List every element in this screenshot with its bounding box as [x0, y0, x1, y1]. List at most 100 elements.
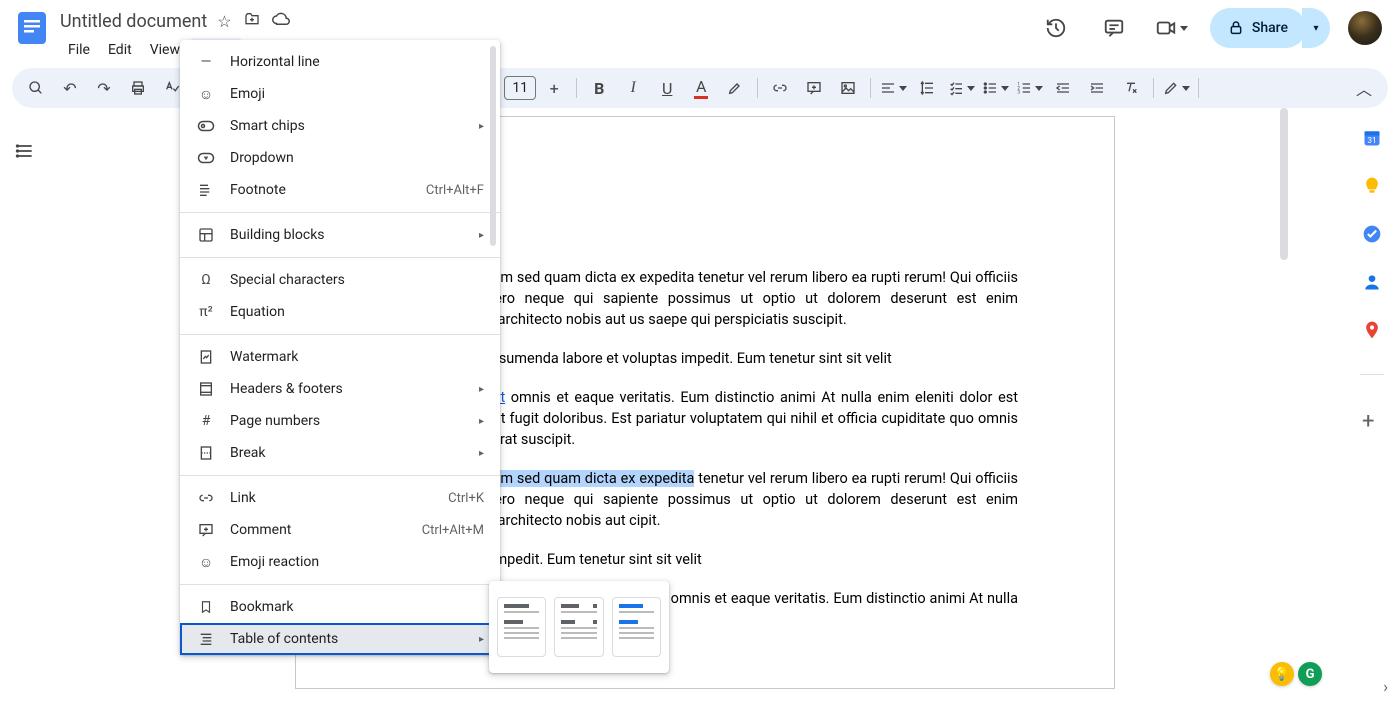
toc-option-links[interactable]	[612, 597, 661, 657]
emoji-icon: ☺	[196, 84, 216, 104]
insert-image-icon[interactable]	[832, 73, 864, 103]
outline-toggle-icon[interactable]	[9, 136, 41, 166]
share-button[interactable]: Share	[1210, 8, 1306, 48]
maps-icon[interactable]	[1362, 320, 1382, 340]
font-size-input[interactable]: 11	[504, 76, 536, 100]
insert-break[interactable]: Break▸	[180, 437, 500, 469]
align-button[interactable]	[877, 73, 909, 103]
insert-link-icon[interactable]	[764, 73, 796, 103]
decrease-indent-button[interactable]	[1047, 73, 1079, 103]
share-dropdown[interactable]: ▾	[1302, 8, 1330, 48]
menu-file[interactable]: File	[60, 38, 98, 62]
chevron-right-icon: ▸	[479, 121, 484, 132]
insert-emoji[interactable]: ☺Emoji	[180, 78, 500, 110]
menu-edit[interactable]: Edit	[100, 38, 140, 62]
insert-dropdown[interactable]: Dropdown	[180, 142, 500, 174]
bulleted-list-button[interactable]	[979, 73, 1011, 103]
history-icon[interactable]	[1036, 8, 1076, 48]
print-icon[interactable]	[122, 73, 154, 103]
insert-special-characters[interactable]: ΩSpecial characters	[180, 264, 500, 296]
divider	[180, 334, 500, 335]
numbered-list-button[interactable]: 123	[1013, 73, 1045, 103]
insert-headers-footers[interactable]: Headers & footers▸	[180, 373, 500, 405]
toc-option-dotted[interactable]	[554, 597, 603, 657]
pagenum-icon: #	[196, 411, 216, 431]
chevron-right-icon: ▸	[479, 230, 484, 241]
tasks-icon[interactable]	[1362, 224, 1382, 244]
comment-icon	[196, 520, 216, 540]
insert-table-of-contents[interactable]: Table of contents▸	[180, 623, 500, 655]
add-comment-icon[interactable]	[798, 73, 830, 103]
divider	[180, 584, 500, 585]
emoji-reaction-icon: ☺	[196, 552, 216, 572]
collapse-toolbar-button[interactable]: ︿	[1348, 73, 1380, 103]
side-panel: 31 +	[1344, 108, 1400, 706]
chevron-right-icon: ▸	[479, 634, 484, 645]
user-avatar[interactable]	[1348, 11, 1382, 45]
insert-emoji-reaction[interactable]: ☺Emoji reaction	[180, 546, 500, 578]
chips-icon	[196, 116, 216, 136]
scrollbar[interactable]	[1280, 108, 1288, 260]
underline-button[interactable]: U	[651, 73, 683, 103]
line-spacing-button[interactable]	[911, 73, 943, 103]
meet-icon[interactable]	[1152, 8, 1192, 48]
bold-button[interactable]: B	[583, 73, 615, 103]
font-size-increase[interactable]: +	[538, 73, 570, 103]
insert-building-blocks[interactable]: Building blocks▸	[180, 219, 500, 251]
break-icon	[196, 443, 216, 463]
insert-comment[interactable]: CommentCtrl+Alt+M	[180, 514, 500, 546]
text-color-button[interactable]: A	[685, 73, 717, 103]
keep-icon[interactable]	[1362, 176, 1382, 196]
chevron-right-icon: ▸	[479, 448, 484, 459]
headers-icon	[196, 379, 216, 399]
header-right: Share ▾	[1036, 8, 1388, 48]
blocks-icon	[196, 225, 216, 245]
calendar-icon[interactable]: 31	[1362, 128, 1382, 148]
italic-button[interactable]: I	[617, 73, 649, 103]
chevron-right-icon: ▸	[479, 416, 484, 427]
undo-icon[interactable]: ↶	[54, 73, 86, 103]
insert-smart-chips[interactable]: Smart chips▸	[180, 110, 500, 142]
insert-page-numbers[interactable]: #Page numbers▸	[180, 405, 500, 437]
toc-option-plain[interactable]	[497, 597, 546, 657]
insert-footnote[interactable]: FootnoteCtrl+Alt+F	[180, 174, 500, 206]
divider	[180, 212, 500, 213]
insert-bookmark[interactable]: Bookmark	[180, 591, 500, 623]
footnote-icon	[196, 180, 216, 200]
insert-link[interactable]: LinkCtrl+K	[180, 482, 500, 514]
bookmark-icon	[196, 597, 216, 617]
side-panel-expand-icon[interactable]: ›	[1383, 677, 1388, 696]
left-rail	[0, 108, 50, 706]
add-addon-icon[interactable]: +	[1362, 409, 1382, 429]
toc-icon	[196, 629, 216, 649]
clear-formatting-button[interactable]	[1115, 73, 1147, 103]
hr-icon: —	[196, 52, 216, 72]
toc-submenu	[489, 581, 669, 673]
omega-icon: Ω	[196, 270, 216, 290]
highlight-button[interactable]	[719, 73, 751, 103]
equation-icon: π²	[196, 302, 216, 322]
redo-icon[interactable]: ↷	[88, 73, 120, 103]
move-icon[interactable]	[244, 11, 260, 31]
insert-dropdown-menu: —Horizontal line ☺Emoji Smart chips▸ Dro…	[180, 40, 500, 655]
contacts-icon[interactable]	[1362, 272, 1382, 292]
docs-app-icon[interactable]	[12, 8, 52, 48]
badge-grammarly-icon[interactable]: G	[1298, 662, 1322, 686]
chevron-right-icon: ▸	[479, 384, 484, 395]
editing-mode-button[interactable]	[1160, 73, 1192, 103]
comments-icon[interactable]	[1094, 8, 1134, 48]
insert-equation[interactable]: π²Equation	[180, 296, 500, 328]
search-icon[interactable]	[20, 73, 52, 103]
star-icon[interactable]: ☆	[217, 12, 231, 31]
watermark-icon	[196, 347, 216, 367]
increase-indent-button[interactable]	[1081, 73, 1113, 103]
cloud-status-icon[interactable]	[272, 11, 290, 31]
document-title[interactable]: Untitled document	[60, 11, 207, 32]
insert-watermark[interactable]: Watermark	[180, 341, 500, 373]
checklist-button[interactable]	[945, 73, 977, 103]
badge-suggestion-icon[interactable]: 💡	[1270, 662, 1294, 686]
link-icon	[196, 488, 216, 508]
svg-text:31: 31	[1367, 136, 1376, 146]
svg-text:3: 3	[1017, 89, 1020, 95]
insert-horizontal-line[interactable]: —Horizontal line	[180, 46, 500, 78]
